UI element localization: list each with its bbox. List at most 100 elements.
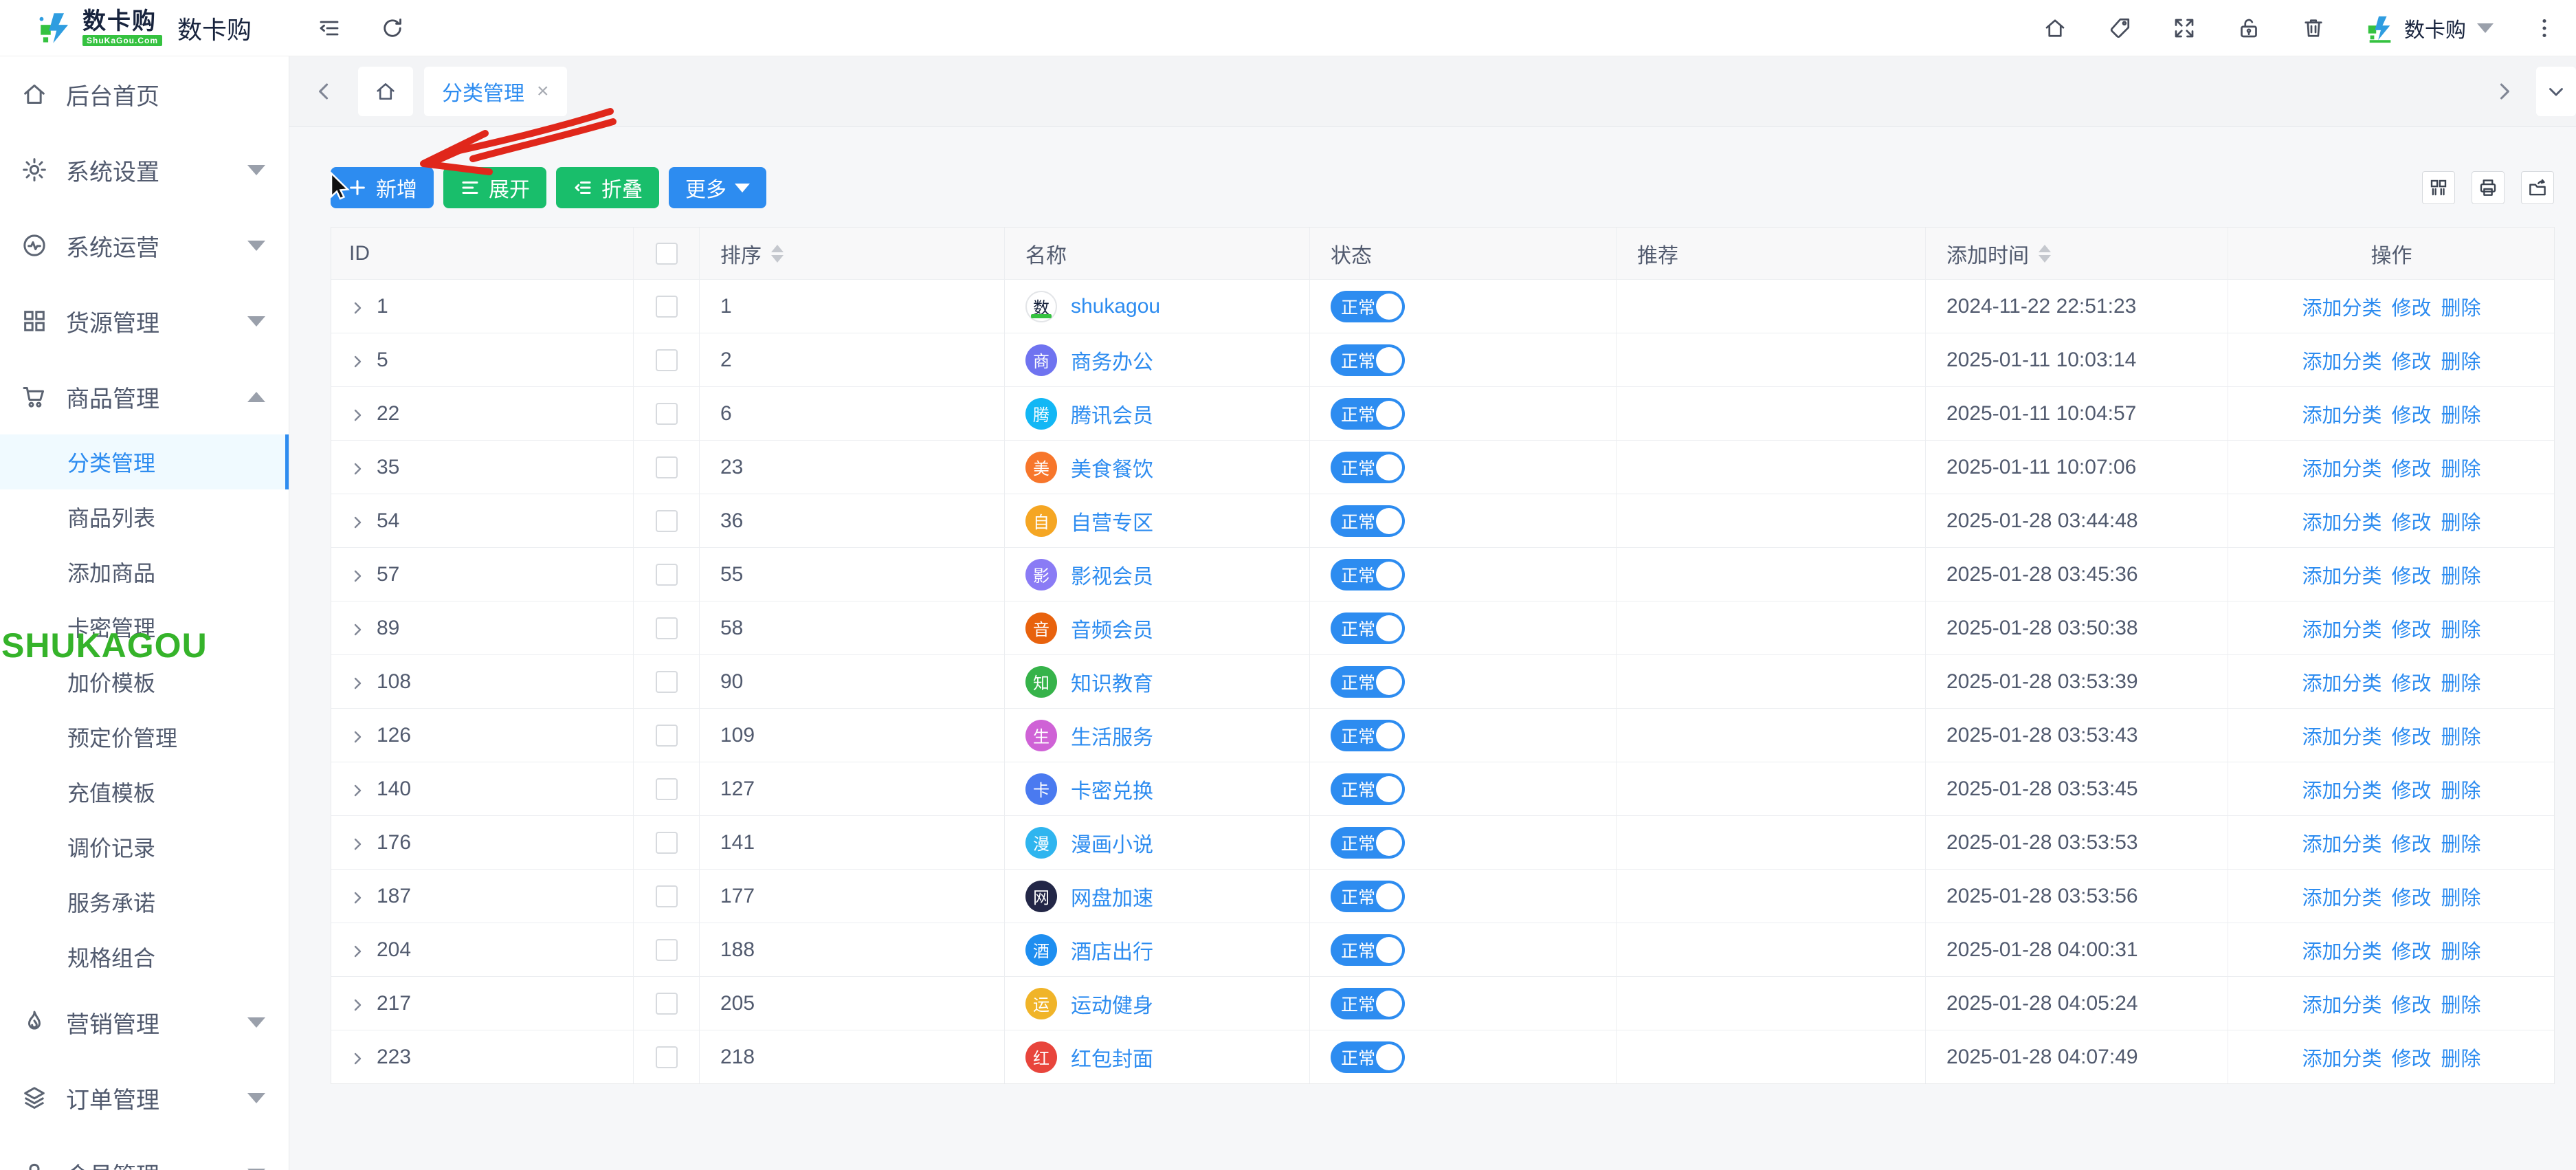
add-subcategory-link[interactable]: 添加分类 <box>2302 936 2381 964</box>
add-subcategory-link[interactable]: 添加分类 <box>2302 292 2381 321</box>
status-toggle[interactable]: 正常 <box>1331 1041 1405 1073</box>
row-checkbox[interactable] <box>656 939 678 961</box>
sort-carets-icon[interactable] <box>771 245 784 263</box>
user-menu[interactable]: 数卡购 <box>2364 12 2494 44</box>
delete-link[interactable]: 删除 <box>2441 1043 2481 1072</box>
category-name-link[interactable]: 红包封面 <box>1071 1042 1153 1072</box>
delete-link[interactable]: 删除 <box>2441 721 2481 750</box>
sidebar-item-1[interactable]: 系统设置 <box>0 132 289 208</box>
category-name-link[interactable]: 酒店出行 <box>1071 935 1153 965</box>
category-name-link[interactable]: shukagou <box>1071 295 1160 318</box>
add-subcategory-link[interactable]: 添加分类 <box>2302 399 2381 428</box>
edit-link[interactable]: 修改 <box>2391 453 2431 482</box>
delete-link[interactable]: 删除 <box>2441 399 2481 428</box>
add-subcategory-link[interactable]: 添加分类 <box>2302 507 2381 536</box>
header-sort[interactable]: 排序 <box>700 228 1005 279</box>
row-expand-chevron-icon[interactable] <box>349 942 366 958</box>
delete-link[interactable]: 删除 <box>2441 828 2481 857</box>
print-button[interactable] <box>2472 171 2505 204</box>
delete-link[interactable]: 删除 <box>2441 882 2481 911</box>
delete-link[interactable]: 删除 <box>2441 346 2481 375</box>
sidebar-subitem[interactable]: 分类管理 <box>0 434 289 489</box>
sidebar-subitem[interactable]: 添加商品 <box>0 544 289 599</box>
status-toggle[interactable]: 正常 <box>1331 612 1405 644</box>
add-subcategory-link[interactable]: 添加分类 <box>2302 1043 2381 1072</box>
add-subcategory-link[interactable]: 添加分类 <box>2302 346 2381 375</box>
add-subcategory-link[interactable]: 添加分类 <box>2302 453 2381 482</box>
category-name-link[interactable]: 美食餐饮 <box>1071 452 1153 483</box>
refresh-icon[interactable] <box>379 14 406 42</box>
row-expand-chevron-icon[interactable] <box>349 620 366 637</box>
row-expand-chevron-icon[interactable] <box>349 1049 366 1066</box>
category-name-link[interactable]: 运动健身 <box>1071 989 1153 1019</box>
sidebar-item-4[interactable]: 商品管理 <box>0 359 289 434</box>
edit-link[interactable]: 修改 <box>2391 560 2431 589</box>
tabs-scroll-right-icon[interactable] <box>2488 76 2520 107</box>
category-name-link[interactable]: 网盘加速 <box>1071 881 1153 912</box>
row-checkbox[interactable] <box>656 510 678 532</box>
sidebar-subitem[interactable]: 规格组合 <box>0 929 289 984</box>
edit-link[interactable]: 修改 <box>2391 1043 2431 1072</box>
row-expand-chevron-icon[interactable] <box>349 459 366 476</box>
delete-link[interactable]: 删除 <box>2441 936 2481 964</box>
status-toggle[interactable]: 正常 <box>1331 773 1405 805</box>
status-toggle[interactable]: 正常 <box>1331 452 1405 483</box>
tag-icon[interactable] <box>2106 14 2133 42</box>
category-name-link[interactable]: 卡密兑换 <box>1071 774 1153 804</box>
sidebar-subitem[interactable]: 充值模板 <box>0 764 289 819</box>
category-name-link[interactable]: 音频会员 <box>1071 613 1153 643</box>
sidebar-subitem[interactable]: 服务承诺 <box>0 874 289 929</box>
home-icon[interactable] <box>2041 14 2069 42</box>
sidebar-subitem[interactable]: 卡密管理 <box>0 599 289 654</box>
edit-link[interactable]: 修改 <box>2391 507 2431 536</box>
delete-link[interactable]: 删除 <box>2441 667 2481 696</box>
collapse-all-button[interactable]: 折叠 <box>556 167 659 208</box>
row-checkbox[interactable] <box>656 403 678 425</box>
row-checkbox[interactable] <box>656 617 678 639</box>
add-subcategory-link[interactable]: 添加分类 <box>2302 989 2381 1018</box>
category-name-link[interactable]: 漫画小说 <box>1071 828 1153 858</box>
row-expand-chevron-icon[interactable] <box>349 727 366 744</box>
tab-home[interactable] <box>358 67 413 116</box>
row-expand-chevron-icon[interactable] <box>349 406 366 422</box>
delete-link[interactable]: 删除 <box>2441 453 2481 482</box>
edit-link[interactable]: 修改 <box>2391 614 2431 643</box>
row-checkbox[interactable] <box>656 885 678 907</box>
add-subcategory-link[interactable]: 添加分类 <box>2302 828 2381 857</box>
header-time[interactable]: 添加时间 <box>1926 228 2228 279</box>
row-checkbox[interactable] <box>656 296 678 318</box>
edit-link[interactable]: 修改 <box>2391 882 2431 911</box>
edit-link[interactable]: 修改 <box>2391 346 2431 375</box>
row-expand-chevron-icon[interactable] <box>349 674 366 690</box>
column-settings-button[interactable] <box>2422 171 2455 204</box>
row-expand-chevron-icon[interactable] <box>349 298 366 315</box>
sidebar-item-3[interactable]: 货源管理 <box>0 283 289 359</box>
category-name-link[interactable]: 商务办公 <box>1071 345 1153 375</box>
category-name-link[interactable]: 生活服务 <box>1071 720 1153 751</box>
edit-link[interactable]: 修改 <box>2391 828 2431 857</box>
status-toggle[interactable]: 正常 <box>1331 666 1405 698</box>
row-expand-chevron-icon[interactable] <box>349 781 366 797</box>
row-checkbox[interactable] <box>656 564 678 586</box>
status-toggle[interactable]: 正常 <box>1331 398 1405 430</box>
delete-link[interactable]: 删除 <box>2441 989 2481 1018</box>
add-button[interactable]: 新增 <box>331 167 434 208</box>
expand-all-button[interactable]: 展开 <box>443 167 546 208</box>
category-name-link[interactable]: 自营专区 <box>1071 506 1153 536</box>
sidebar-subitem[interactable]: 调价记录 <box>0 819 289 874</box>
row-checkbox[interactable] <box>656 725 678 747</box>
sidebar-subitem[interactable]: 预定价管理 <box>0 709 289 764</box>
row-checkbox[interactable] <box>656 456 678 478</box>
add-subcategory-link[interactable]: 添加分类 <box>2302 721 2381 750</box>
row-expand-chevron-icon[interactable] <box>349 995 366 1012</box>
status-toggle[interactable]: 正常 <box>1331 291 1405 322</box>
row-checkbox[interactable] <box>656 832 678 854</box>
sidebar-item-2[interactable]: 系统运营 <box>0 208 289 283</box>
close-icon[interactable]: × <box>537 80 549 103</box>
trash-icon[interactable] <box>2300 14 2327 42</box>
row-checkbox[interactable] <box>656 1046 678 1068</box>
edit-link[interactable]: 修改 <box>2391 667 2431 696</box>
status-toggle[interactable]: 正常 <box>1331 988 1405 1019</box>
edit-link[interactable]: 修改 <box>2391 989 2431 1018</box>
row-checkbox[interactable] <box>656 778 678 800</box>
